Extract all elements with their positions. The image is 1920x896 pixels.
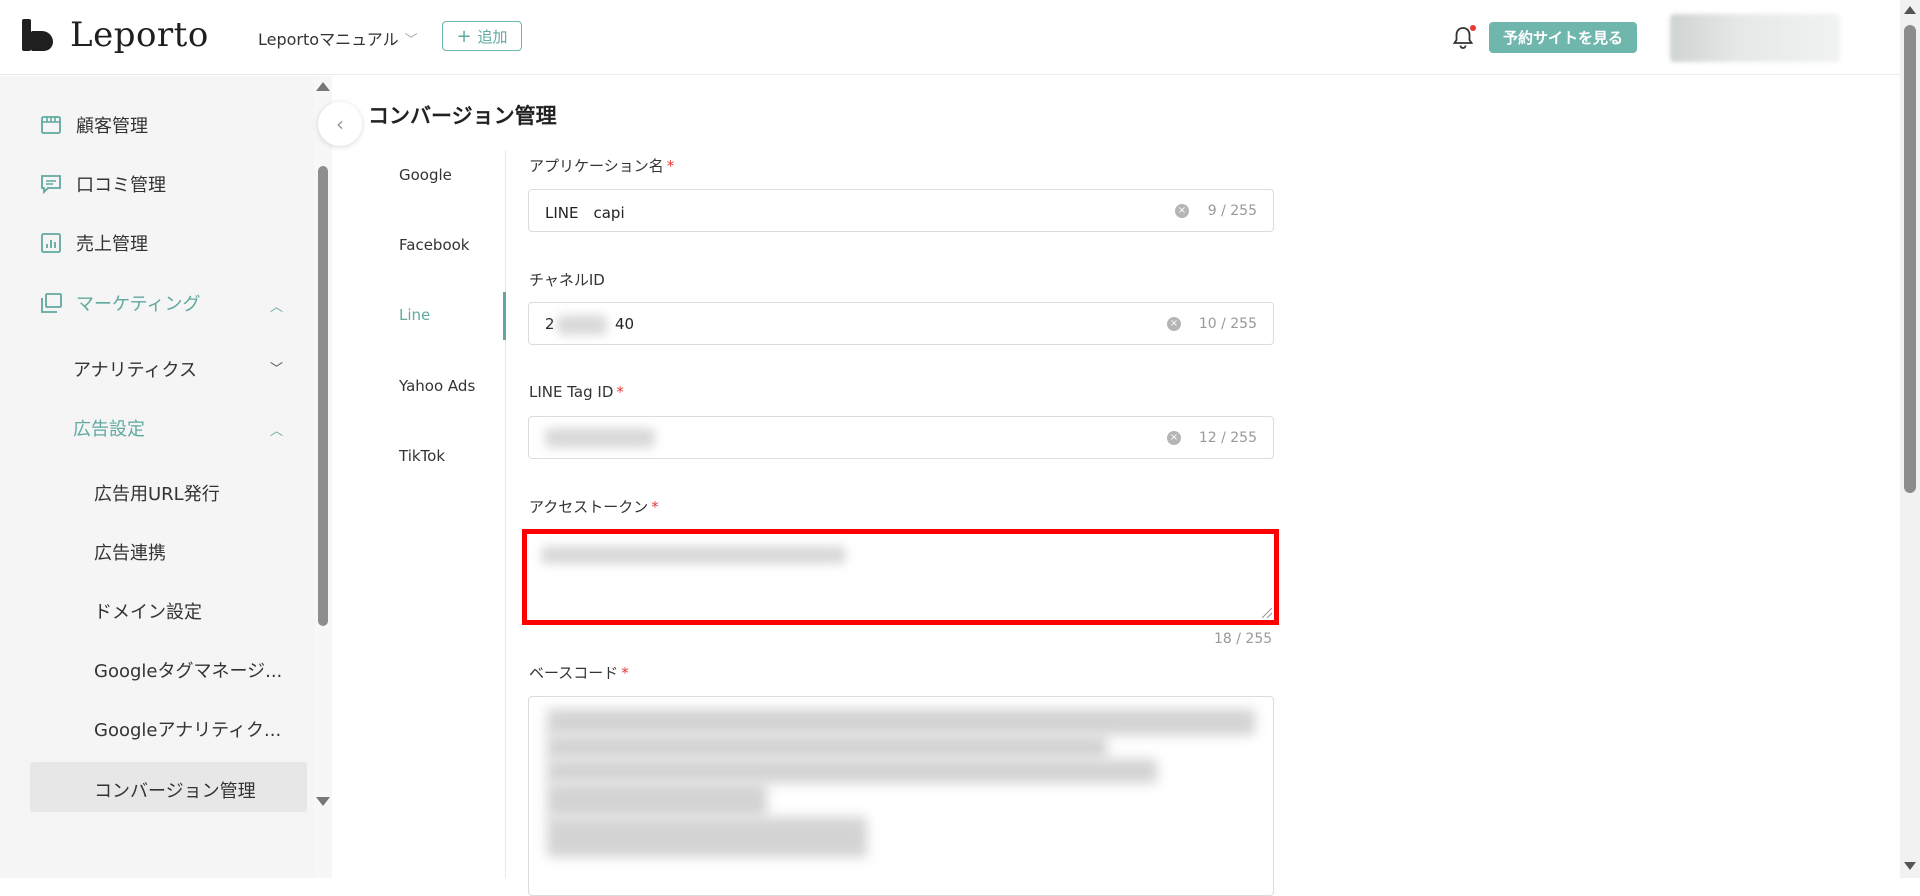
collapse-sidebar-button[interactable]: ‹ xyxy=(318,102,362,146)
scroll-down-arrow-icon[interactable] xyxy=(316,797,330,806)
sidebar-scroll-thumb[interactable] xyxy=(318,166,328,626)
sidebar-item-analytics[interactable]: アナリティクス xyxy=(73,356,197,382)
redacted-code xyxy=(547,735,1107,759)
project-selector[interactable]: Leportoマニュアル ﹀ xyxy=(258,26,418,50)
chevron-down-icon: ﹀ xyxy=(270,362,284,377)
sidebar-item-marketing[interactable]: マーケティング xyxy=(40,290,201,316)
plus-icon: + xyxy=(456,25,472,47)
channel-id-input[interactable]: 2 40 × 10 / 255 xyxy=(528,302,1274,345)
line-tag-id-input[interactable]: × 12 / 255 xyxy=(528,416,1274,459)
channel-id-char-count: 10 / 255 xyxy=(1198,316,1257,332)
resize-handle-icon[interactable] xyxy=(1262,608,1272,618)
sidebar-item-conversion[interactable]: コンバージョン管理 xyxy=(94,777,256,803)
tab-yahoo-ads[interactable]: Yahoo Ads xyxy=(399,377,475,395)
clear-icon[interactable]: × xyxy=(1175,204,1189,218)
sidebar-item-ad-integration[interactable]: 広告連携 xyxy=(94,539,166,565)
tab-tiktok[interactable]: TikTok xyxy=(399,447,445,465)
line-tag-id-label: LINE Tag ID * xyxy=(529,383,624,401)
leporto-logo[interactable]: Leporto xyxy=(20,14,209,56)
scroll-up-arrow-icon[interactable] xyxy=(1904,6,1916,14)
access-token-label: アクセストークン * xyxy=(529,498,659,516)
logo-text: Leporto xyxy=(70,15,209,55)
logo-mark-icon xyxy=(20,17,56,53)
chevron-up-icon: ︿ xyxy=(270,300,284,315)
chevron-down-icon: ﹀ xyxy=(404,32,418,48)
notification-badge xyxy=(1470,25,1476,31)
project-name: Leportoマニュアル xyxy=(258,30,399,49)
channel-id-value-end: 40 xyxy=(615,315,635,333)
sidebar-item-ad-settings[interactable]: 広告設定 xyxy=(73,415,145,441)
app-name-input[interactable]: LINE capi × 9 / 255 xyxy=(528,189,1274,232)
access-token-char-count: 18 / 255 xyxy=(1214,631,1273,647)
clear-icon[interactable]: × xyxy=(1167,317,1181,331)
scroll-down-arrow-icon[interactable] xyxy=(1904,862,1916,870)
tab-facebook[interactable]: Facebook xyxy=(399,236,469,254)
notification-button[interactable] xyxy=(1452,25,1476,50)
app-name-char-count: 9 / 255 xyxy=(1207,203,1257,219)
view-booking-site-button[interactable]: 予約サイトを見る xyxy=(1489,22,1637,53)
sidebar-item-ad-url[interactable]: 広告用URL発行 xyxy=(94,480,220,506)
redacted-code xyxy=(547,709,1255,735)
clear-icon[interactable]: × xyxy=(1167,431,1181,445)
add-button[interactable]: + 追加 xyxy=(442,21,522,51)
page-scroll-thumb[interactable] xyxy=(1904,25,1916,493)
layers-icon xyxy=(40,292,62,314)
base-code-textarea[interactable] xyxy=(528,696,1274,896)
chevron-up-icon: ︿ xyxy=(270,424,284,439)
chevron-left-icon: ‹ xyxy=(336,112,344,136)
top-header: Leporto Leportoマニュアル ﹀ + 追加 予約サイトを見る xyxy=(0,0,1920,75)
app-name-label: アプリケーション名 * xyxy=(529,157,675,175)
redacted-value xyxy=(541,546,846,564)
scroll-up-arrow-icon[interactable] xyxy=(316,82,330,91)
redacted-value xyxy=(545,428,655,448)
base-code-label: ベースコード * xyxy=(529,664,629,682)
app-name-value: LINE capi xyxy=(545,204,625,222)
line-tag-id-char-count: 12 / 255 xyxy=(1198,430,1257,446)
active-tab-indicator xyxy=(503,292,506,340)
chart-icon xyxy=(40,232,62,254)
redacted-code xyxy=(547,817,867,857)
sidebar-item-google-tag-manager[interactable]: Googleタグマネージ... xyxy=(94,657,282,683)
conversion-tabs: Google Facebook Line Yahoo Ads TikTok xyxy=(368,150,506,878)
user-account-menu[interactable] xyxy=(1670,14,1840,62)
storefront-icon xyxy=(40,114,62,136)
redacted-code xyxy=(547,783,767,817)
redacted-value xyxy=(557,315,607,335)
channel-id-value-start: 2 xyxy=(545,315,555,333)
sidebar-item-reviews[interactable]: 口コミ管理 xyxy=(40,171,166,197)
page-title: コンバージョン管理 xyxy=(368,104,557,128)
tab-google[interactable]: Google xyxy=(399,166,452,184)
sidebar-item-customers[interactable]: 顧客管理 xyxy=(40,112,148,138)
comment-icon xyxy=(40,173,62,195)
sidebar-item-sales[interactable]: 売上管理 xyxy=(40,230,148,256)
sidebar-item-domain-settings[interactable]: ドメイン設定 xyxy=(94,598,202,624)
access-token-textarea[interactable] xyxy=(522,529,1279,625)
tab-line[interactable]: Line xyxy=(399,306,430,324)
add-button-label: 追加 xyxy=(477,27,508,46)
redacted-code xyxy=(547,759,1157,783)
page-scrollbar[interactable] xyxy=(1900,0,1920,878)
channel-id-label: チャネルID xyxy=(529,271,605,289)
sidebar-item-google-analytics[interactable]: Googleアナリティク... xyxy=(94,716,281,742)
